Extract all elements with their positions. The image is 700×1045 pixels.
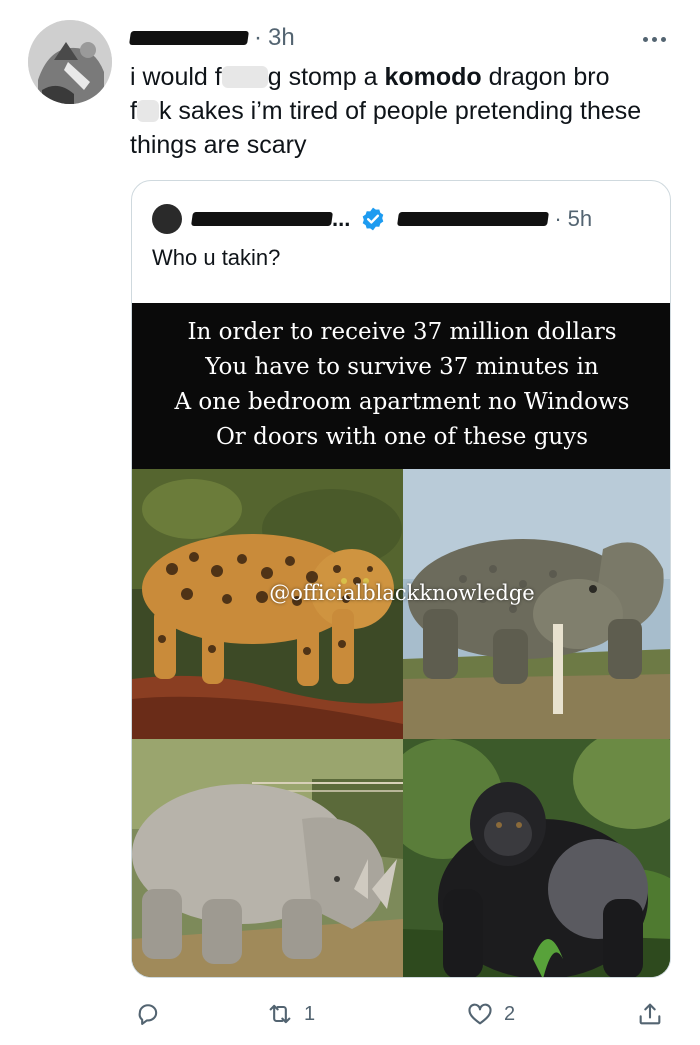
quoted-name-suffix: ... [332,206,351,231]
caption-line: A one bedroom apartment no Windows [174,389,630,415]
retweet-button[interactable]: 1 [266,996,315,1032]
share-button[interactable] [636,996,664,1032]
more-icon[interactable] [632,26,676,52]
reply-icon [138,1004,158,1025]
redacted-username [129,31,249,45]
retweet-icon [269,1004,291,1024]
tweet[interactable]: · 3h i would fg stomp a komodo dragon br… [0,0,700,1045]
like-icon [468,1003,492,1025]
caption-line: In order to receive 37 million dollars [187,319,617,345]
caption-line: Or doors with one of these guys [215,424,589,450]
quoted-media[interactable]: In order to receive 37 million dollars Y… [132,303,670,977]
verified-icon [363,207,384,231]
meme-caption: In order to receive 37 million dollars Y… [132,303,670,469]
image-watermark: @officialblackknowledge [269,581,535,605]
share-icon [639,1003,661,1025]
separator-dot: · [554,206,562,231]
caption-line: You have to survive 37 minutes in [205,354,599,380]
redacted-quoted-handle [397,212,550,226]
reply-button[interactable] [134,996,162,1032]
retweet-count: 1 [304,1002,316,1025]
censored-word [136,100,159,122]
action-bar: 1 2 [130,996,675,1032]
tweet-header: · 3h [129,22,295,54]
like-count: 2 [504,1002,516,1025]
tweet-time[interactable]: 3h [268,24,295,52]
separator-dot: · [254,24,262,51]
avatar[interactable] [28,20,112,104]
gorilla-image [403,739,670,977]
redacted-quoted-name [191,212,333,226]
rhino-image [132,739,403,977]
quoted-tweet-header: ... · 5h [152,203,652,235]
like-button[interactable]: 2 [466,996,515,1032]
quoted-avatar [152,204,182,234]
tweet-text: i would fg stomp a komodo dragon bro fk … [130,63,642,159]
animal-grid [132,469,670,977]
quoted-tweet[interactable]: ... · 5h Who u takin? In order to receiv… [131,180,671,978]
quoted-time[interactable]: 5h [568,206,592,232]
quoted-text: Who u takin? [152,245,281,270]
censored-word [221,66,268,88]
